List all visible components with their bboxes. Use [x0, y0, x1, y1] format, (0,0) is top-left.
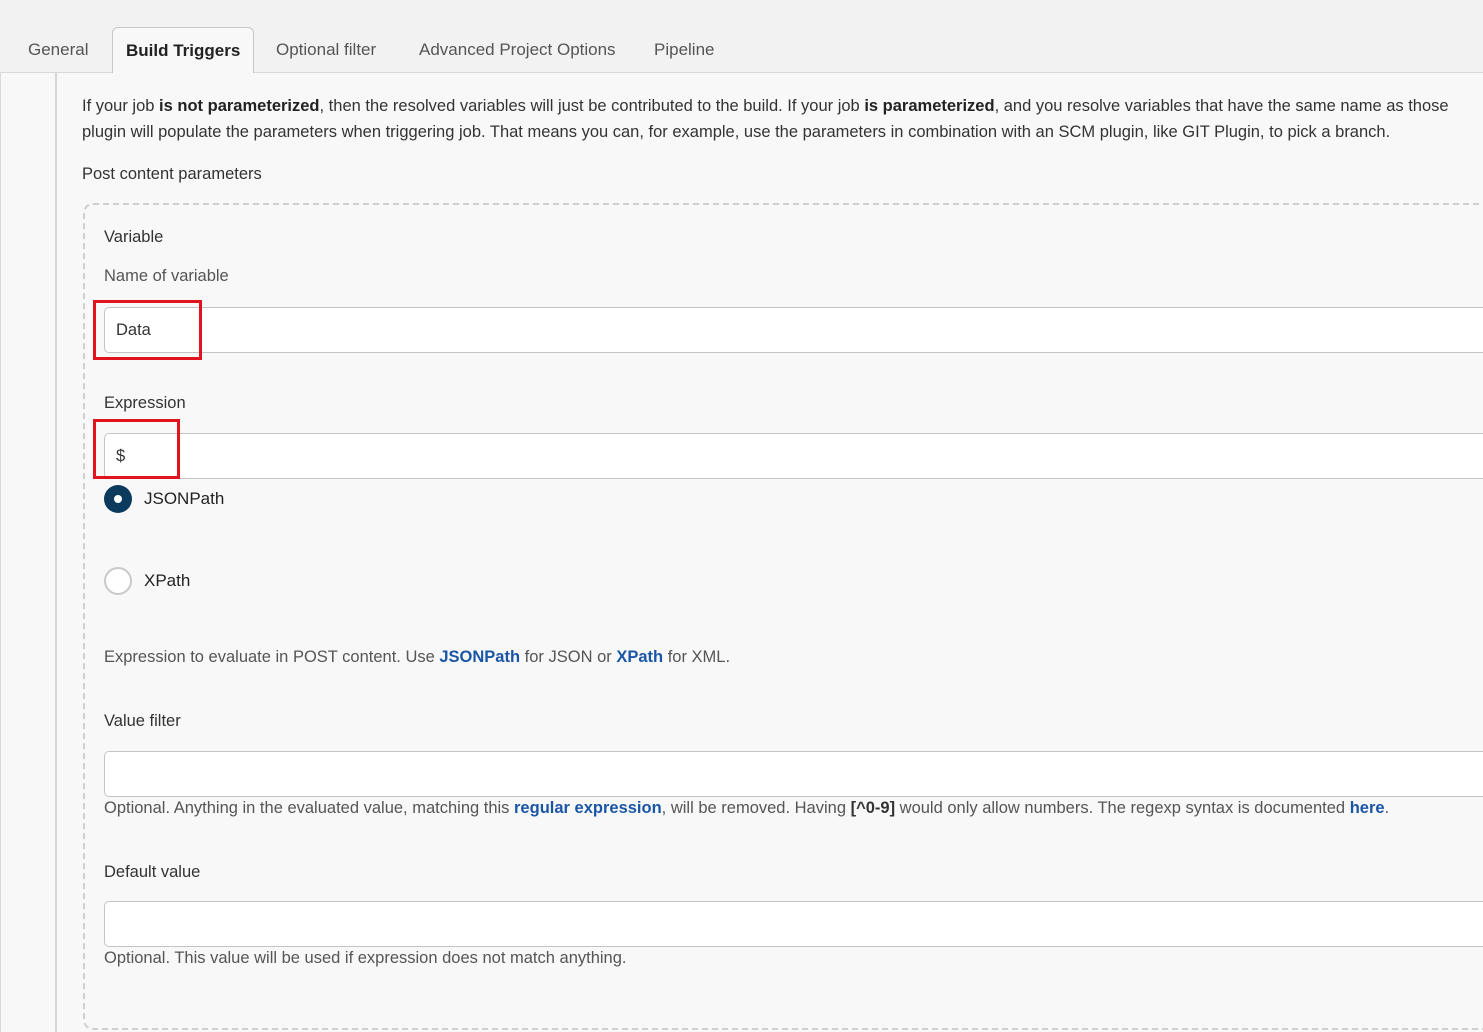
- tab-bar: General Build Triggers Optional filter A…: [0, 0, 1483, 73]
- tab-advanced-project-options[interactable]: Advanced Project Options: [419, 40, 616, 60]
- variable-sublabel: Name of variable: [104, 267, 229, 285]
- expression-help-text: Expression to evaluate in POST content. …: [104, 648, 731, 666]
- xpath-radio-label[interactable]: XPath: [144, 571, 190, 591]
- expression-input[interactable]: $: [104, 433, 1483, 479]
- tab-optional-filter[interactable]: Optional filter: [276, 40, 376, 60]
- jsonpath-radio-label[interactable]: JSONPath: [144, 489, 224, 509]
- value-filter-label: Value filter: [104, 712, 181, 730]
- default-value-label: Default value: [104, 863, 201, 881]
- value-filter-input[interactable]: [104, 751, 1483, 797]
- tab-pipeline[interactable]: Pipeline: [654, 40, 715, 60]
- regexp-docs-link[interactable]: here: [1350, 799, 1385, 817]
- expression-label: Expression: [104, 394, 186, 412]
- section-indent-rail: [55, 72, 57, 1032]
- page-border: [0, 72, 1, 1032]
- jsonpath-radio[interactable]: [104, 485, 132, 513]
- jsonpath-link[interactable]: JSONPath: [439, 648, 520, 666]
- variable-name-input[interactable]: Data: [104, 307, 1483, 353]
- tab-build-triggers[interactable]: Build Triggers: [112, 27, 255, 73]
- xpath-link[interactable]: XPath: [616, 648, 663, 666]
- xpath-radio[interactable]: [104, 567, 132, 595]
- parameterization-description: If your job is not parameterized, then t…: [82, 97, 1449, 141]
- regular-expression-link[interactable]: regular expression: [514, 799, 662, 817]
- default-value-input[interactable]: [104, 901, 1483, 947]
- post-content-parameters-title: Post content parameters: [82, 165, 262, 183]
- value-filter-help-text: Optional. Anything in the evaluated valu…: [104, 799, 1390, 817]
- variable-label: Variable: [104, 228, 164, 246]
- default-value-help-text: Optional. This value will be used if exp…: [104, 949, 627, 967]
- tab-general[interactable]: General: [28, 40, 88, 60]
